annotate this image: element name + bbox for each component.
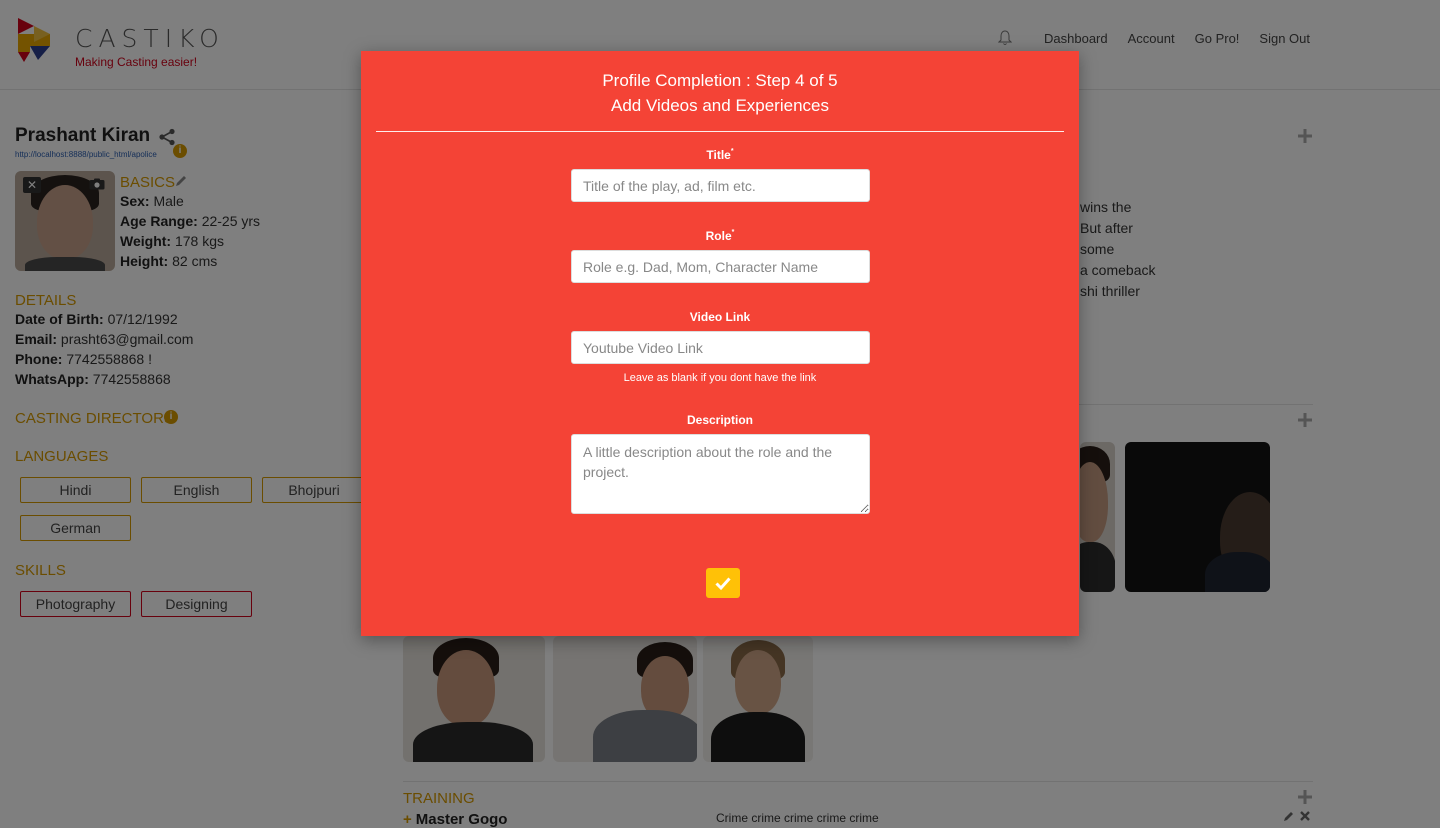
video-link-label: Video Link bbox=[689, 310, 751, 324]
video-link-input[interactable] bbox=[571, 331, 870, 364]
title-label: Title* bbox=[706, 148, 734, 162]
description-textarea[interactable] bbox=[571, 434, 870, 514]
profile-completion-modal: Profile Completion : Step 4 of 5 Add Vid… bbox=[361, 51, 1079, 636]
check-icon bbox=[715, 577, 731, 591]
description-label: Description bbox=[686, 413, 753, 427]
title-input[interactable] bbox=[571, 169, 870, 202]
role-label: Role* bbox=[705, 229, 735, 243]
submit-button[interactable] bbox=[706, 568, 740, 598]
video-link-help: Leave as blank if you dont have the link bbox=[623, 372, 817, 384]
modal-title: Profile Completion : Step 4 of 5 Add Vid… bbox=[361, 68, 1079, 118]
modal-divider bbox=[376, 131, 1064, 132]
modal-title-subtitle: Add Videos and Experiences bbox=[610, 96, 829, 115]
modal-title-step: Profile Completion : Step 4 of 5 bbox=[602, 71, 838, 90]
role-input[interactable] bbox=[571, 250, 870, 283]
